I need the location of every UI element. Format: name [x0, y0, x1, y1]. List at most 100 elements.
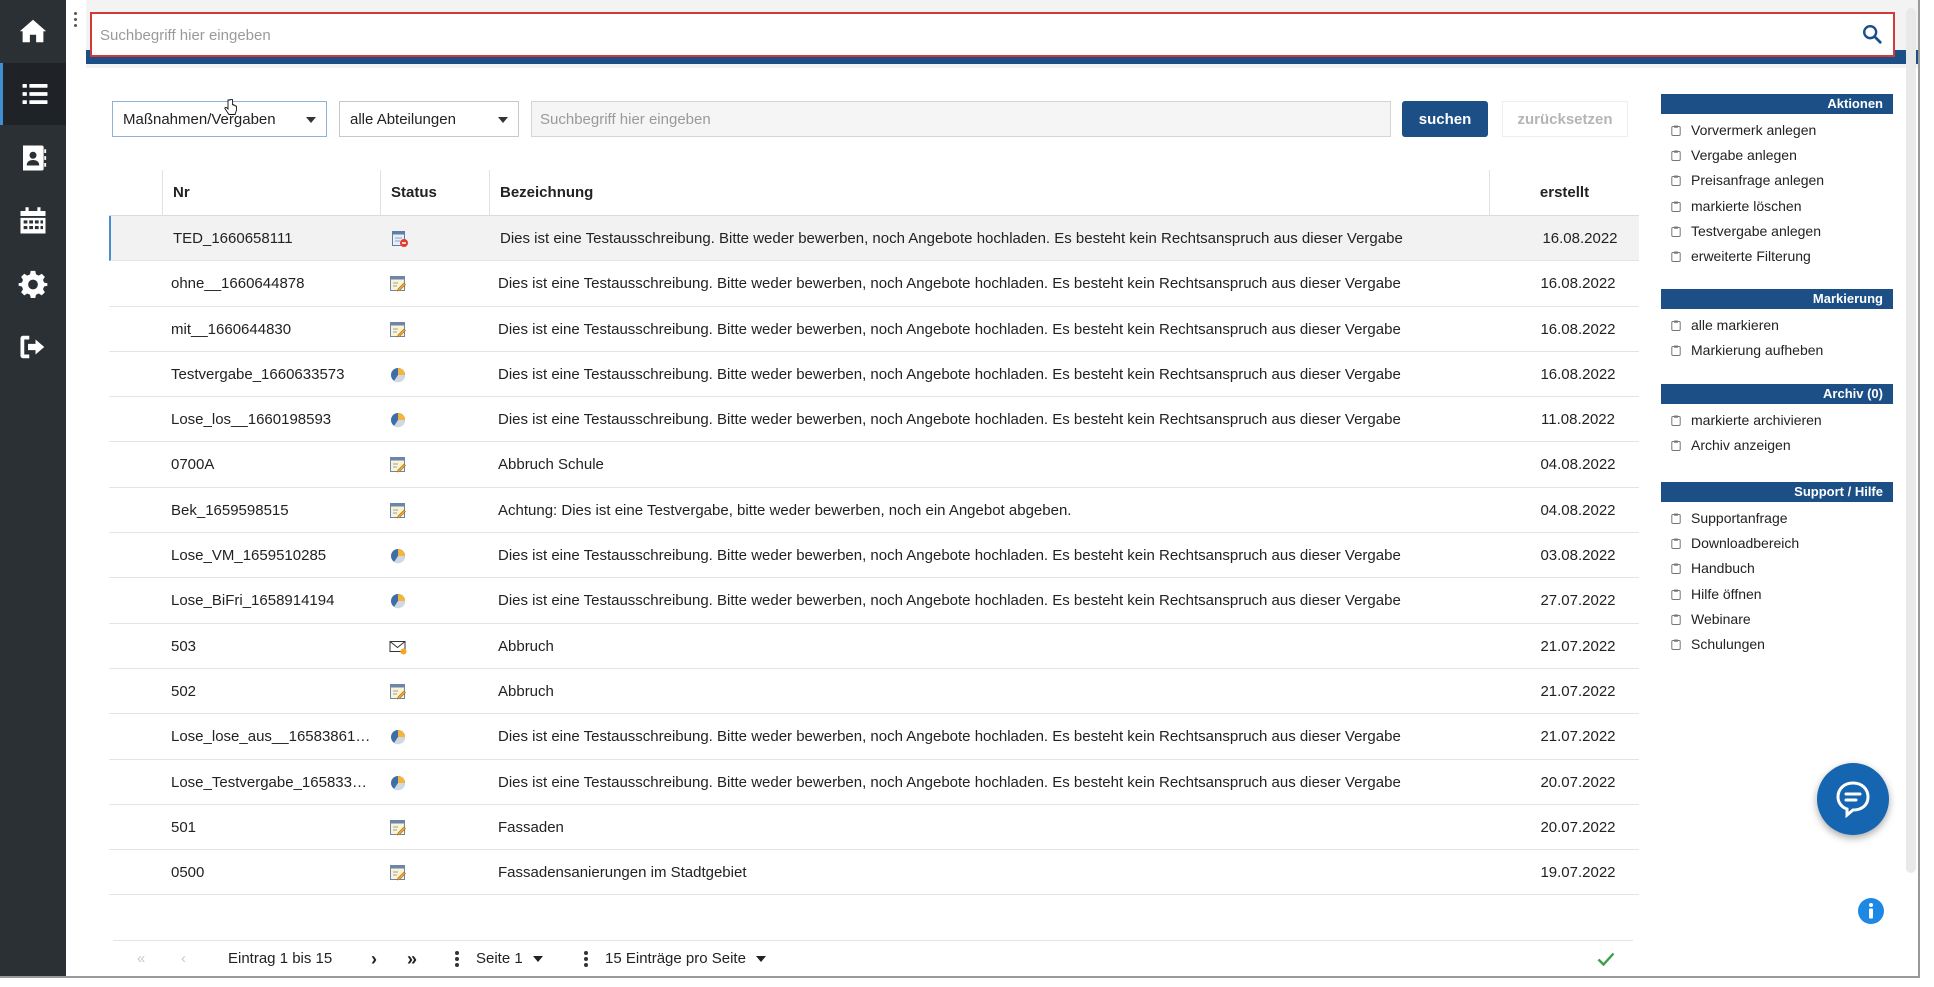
filter-search-input[interactable] [531, 101, 1391, 137]
prev-page-button[interactable]: ‹ [181, 941, 186, 976]
cell-erstellt: 16.08.2022 [1540, 275, 1616, 293]
table-row[interactable]: Lose_BiFri_1658914194 Dies ist eine Testa… [109, 578, 1639, 624]
checkmark-icon[interactable] [1597, 951, 1615, 967]
table-row[interactable]: Lose_VM_1659510285 Dies ist eine Testauss… [109, 533, 1639, 579]
cell-erstellt: 20.07.2022 [1540, 773, 1616, 791]
cell-erstellt: 16.08.2022 [1540, 320, 1616, 338]
table-row[interactable]: 501 Fassaden 20.07.2022 [109, 805, 1639, 851]
clipboard-bullet-icon [1671, 415, 1681, 426]
clipboard-bullet-icon [1671, 201, 1681, 212]
document-edit-icon [389, 275, 413, 293]
panel-title: Markierung [1661, 289, 1893, 309]
sidebar-toggle-handle[interactable] [74, 12, 78, 28]
nav-list[interactable] [0, 63, 66, 125]
pie-chart-icon [389, 728, 413, 746]
per-page-select[interactable]: 15 Einträge pro Seite [605, 941, 766, 976]
cell-erstellt: 03.08.2022 [1540, 547, 1616, 565]
panel-link[interactable]: Preisanfrage anlegen [1661, 168, 1893, 193]
column-header-status[interactable]: Status [380, 170, 489, 216]
chevron-down-icon [532, 956, 543, 963]
nav-contacts[interactable] [0, 127, 66, 189]
per-page-menu-dots-icon[interactable] [584, 951, 588, 969]
table-row[interactable]: Lose_Testvergabe_1658337... Dies ist eine… [109, 760, 1639, 805]
panel-link[interactable]: erweiterte Filterung [1661, 244, 1893, 269]
table-row[interactable]: TED_1660658111 Dies ist eine Testausschre… [109, 216, 1639, 262]
table-row[interactable]: 503 Abbruch 21.07.2022 [109, 624, 1639, 669]
page-menu-dots-icon[interactable] [455, 951, 459, 969]
nav-settings[interactable] [0, 253, 66, 315]
column-header-nr[interactable]: Nr [162, 170, 380, 216]
panel-link-label: Hilfe öffnen [1691, 585, 1762, 602]
panel-link[interactable]: markierte archivieren [1661, 408, 1893, 433]
document-edit-icon [389, 502, 413, 520]
nav-calendar[interactable] [0, 190, 66, 252]
vertical-scrollbar[interactable] [1906, 8, 1916, 873]
cell-bezeichnung: Abbruch [498, 637, 554, 655]
table-row[interactable]: 0700A Abbruch Schule 04.08.2022 [109, 442, 1639, 488]
table-row[interactable]: 502 Abbruch 21.07.2022 [109, 669, 1639, 715]
nav-home[interactable] [0, 0, 66, 62]
panel-link[interactable]: alle markieren [1661, 313, 1893, 338]
clipboard-bullet-icon [1671, 513, 1681, 524]
panel-link[interactable]: Markierung aufheben [1661, 338, 1893, 363]
panel-link[interactable]: Webinare [1661, 607, 1893, 632]
vergaben-table: Nr Status Bezeichnung erstellt TED_16606… [109, 170, 1639, 896]
panel-link[interactable]: Testvergabe anlegen [1661, 219, 1893, 244]
panel-link-label: Vorvermerk anlegen [1691, 122, 1817, 138]
document-cancel-icon [391, 230, 415, 248]
clipboard-bullet-icon [1671, 226, 1681, 237]
clipboard-bullet-icon [1671, 440, 1681, 452]
chat-button[interactable] [1817, 763, 1889, 835]
info-icon[interactable] [1857, 897, 1885, 925]
panel-link[interactable]: Handbuch [1661, 556, 1893, 581]
mouse-pointer-icon [224, 99, 237, 115]
table-row[interactable]: Testvergabe_1660633573 Dies ist eine Test… [109, 352, 1639, 398]
panel-link[interactable]: Vergabe anlegen [1661, 143, 1893, 168]
panel-link[interactable]: Vorvermerk anlegen [1661, 118, 1893, 143]
table-row[interactable]: ohne__1660644878 Dies ist eine Testaussch… [109, 261, 1639, 307]
cell-nr: Lose_BiFri_1658914194 [171, 592, 335, 610]
cell-erstellt: 04.08.2022 [1540, 501, 1616, 519]
page-select[interactable]: Seite 1 [476, 941, 543, 976]
entry-range-label: Eintrag 1 bis 15 [228, 950, 333, 967]
last-page-button[interactable]: » [407, 941, 417, 976]
panel-link[interactable]: Hilfe öffnen [1661, 582, 1893, 607]
global-search-input[interactable] [100, 22, 1850, 48]
search-button[interactable]: suchen [1402, 101, 1488, 137]
cell-erstellt: 11.08.2022 [1541, 411, 1615, 429]
table-row[interactable]: Lose_los__1660198593 Dies ist eine Testau… [109, 397, 1639, 443]
cell-bezeichnung: Dies ist eine Testausschreibung. Bitte w… [498, 773, 1401, 791]
panel-link-label: Downloadbereich [1691, 535, 1800, 552]
panel-support: Support / Hilfe Supportanfrage Downloadber… [1661, 482, 1893, 657]
cell-nr: Testvergabe_1660633573 [171, 365, 345, 383]
home-icon [19, 19, 47, 43]
panel-link[interactable]: Downloadbereich [1661, 531, 1893, 556]
next-page-button[interactable]: › [371, 941, 377, 976]
app-window: Maßnahmen/Vergaben alle Abteilungen such… [0, 0, 1920, 978]
type-select[interactable]: Maßnahmen/Vergaben [112, 101, 327, 137]
column-header-bezeichnung[interactable]: Bezeichnung [489, 170, 1489, 216]
first-page-button[interactable]: « [137, 941, 145, 976]
table-row[interactable]: Bek_1659598515 Achtung: Dies ist eine Tes… [109, 488, 1639, 534]
chevron-down-icon [755, 956, 766, 963]
cell-nr: 503 [171, 637, 197, 655]
cell-erstellt: 21.07.2022 [1540, 728, 1616, 746]
document-edit-icon [389, 321, 413, 339]
search-icon[interactable] [1861, 23, 1883, 45]
table-row[interactable]: Lose_lose_aus__1658386124 Dies ist eine T… [109, 714, 1639, 760]
reset-button[interactable]: zurücksetzen [1502, 101, 1628, 137]
clipboard-bullet-icon [1671, 345, 1681, 357]
panel-link[interactable]: Schulungen [1661, 632, 1893, 657]
table-row[interactable]: mit__1660644830 Dies ist eine Testausschr… [109, 307, 1639, 352]
cell-bezeichnung: Dies ist eine Testausschreibung. Bitte w… [498, 320, 1401, 338]
nav-logout[interactable] [0, 316, 66, 378]
table-row[interactable]: 0500 Fassadensanierungen im Stadtgebiet 19… [109, 850, 1639, 896]
pie-chart-icon [389, 592, 413, 610]
pie-chart-icon [389, 547, 413, 565]
panel-link[interactable]: markierte löschen [1661, 194, 1893, 219]
panel-link[interactable]: Archiv anzeigen [1661, 433, 1893, 458]
type-select-value: Maßnahmen/Vergaben [123, 110, 276, 128]
panel-link[interactable]: Supportanfrage [1661, 506, 1893, 531]
column-header-erstellt[interactable]: erstellt [1489, 170, 1639, 216]
department-select[interactable]: alle Abteilungen [339, 101, 519, 137]
